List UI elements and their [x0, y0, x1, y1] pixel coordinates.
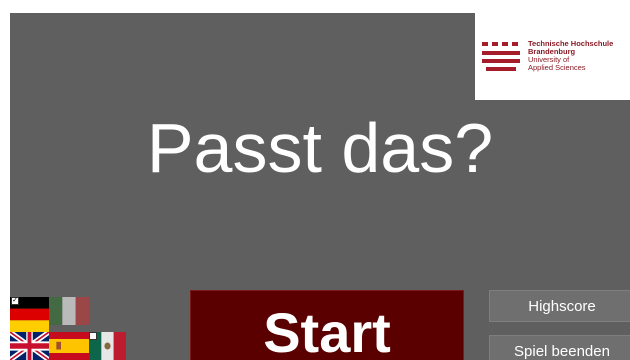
uk-flag-icon: [10, 332, 49, 360]
uk-flag[interactable]: [10, 332, 49, 360]
game-title: Passt das?: [146, 109, 494, 187]
german-checkbox[interactable]: ✓: [11, 297, 19, 305]
quit-game-button[interactable]: Spiel beenden: [489, 335, 630, 360]
spanish-flag[interactable]: [49, 332, 89, 360]
mexican-checkbox[interactable]: [89, 332, 97, 340]
highscore-button[interactable]: Highscore: [489, 290, 630, 322]
university-name: Technische Hochschule Brandenburg Univer…: [528, 40, 630, 72]
university-logo-icon: [482, 42, 520, 71]
university-logo: Technische Hochschule Brandenburg Univer…: [475, 13, 630, 100]
game-screen: Technische Hochschule Brandenburg Univer…: [10, 13, 630, 360]
italian-flag-icon: [49, 297, 89, 325]
start-button[interactable]: Start: [190, 290, 464, 360]
spanish-flag-icon: [49, 332, 89, 360]
start-button-label: Start: [263, 301, 391, 360]
italian-flag[interactable]: [49, 297, 89, 325]
logo-line-4: Applied Sciences: [528, 63, 586, 72]
